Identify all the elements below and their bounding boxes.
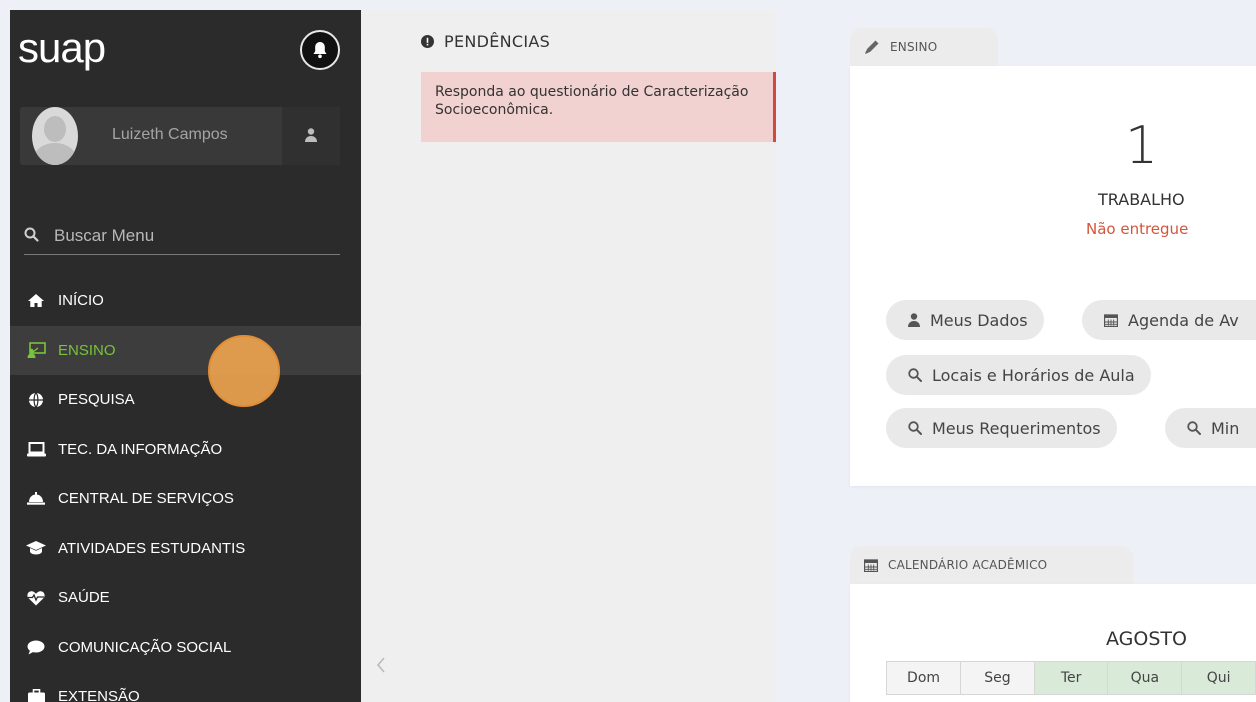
sidebar-item-label: TEC. DA INFORMAÇÃO xyxy=(58,440,223,458)
sidebar: suap Luizeth Campos Buscar Menu INÍCIO E… xyxy=(10,10,361,702)
calendar-table: Dom Seg Ter Qua Qui xyxy=(885,661,1256,695)
sidebar-item-label: CENTRAL DE SERVIÇOS xyxy=(58,490,234,508)
agenda-button[interactable]: Agenda de Av xyxy=(1082,300,1256,340)
tab-ensino-label: ENSINO xyxy=(890,40,938,54)
pendencias-title: PENDÊNCIAS xyxy=(421,32,550,51)
sidebar-item-ensino[interactable]: ENSINO xyxy=(10,325,361,375)
briefcase-icon xyxy=(26,688,46,702)
weekday-header: Qua xyxy=(1107,661,1183,695)
tab-ensino[interactable]: ENSINO xyxy=(850,28,998,66)
locais-horarios-button[interactable]: Locais e Horários de Aula xyxy=(886,355,1151,395)
notifications-bell-icon[interactable] xyxy=(300,30,340,70)
weekday-header: Seg xyxy=(960,661,1035,695)
sidebar-item-label: ATIVIDADES ESTUDANTIS xyxy=(58,539,246,557)
tab-calendario[interactable]: CALENDÁRIO ACADÊMICO xyxy=(850,546,1133,584)
calendar-icon xyxy=(864,558,878,572)
user-icon xyxy=(908,313,920,327)
sidebar-item-atividades-estudantis[interactable]: ATIVIDADES ESTUDANTIS xyxy=(10,524,361,574)
search-icon xyxy=(24,227,39,246)
sidebar-item-label: COMUNICAÇÃO SOCIAL xyxy=(58,638,232,656)
click-indicator xyxy=(208,335,280,407)
heartbeat-icon xyxy=(26,589,46,607)
locais-horarios-label: Locais e Horários de Aula xyxy=(932,365,1135,385)
sidebar-item-saude[interactable]: SAÚDE xyxy=(10,573,361,623)
agenda-label: Agenda de Av xyxy=(1128,310,1239,330)
trabalho-label: TRABALHO xyxy=(1098,190,1185,209)
calendario-card: AGOSTO Dom Seg Ter Qua Qui xyxy=(850,584,1256,702)
menu-search[interactable]: Buscar Menu xyxy=(24,215,340,255)
sidebar-item-tec-informacao[interactable]: TEC. DA INFORMAÇÃO xyxy=(10,425,361,475)
sidebar-item-label: PESQUISA xyxy=(58,391,135,409)
meus-dados-button[interactable]: Meus Dados xyxy=(886,300,1044,340)
pendencias-title-text: PENDÊNCIAS xyxy=(444,32,551,51)
meus-requerimentos-button[interactable]: Meus Requerimentos xyxy=(886,408,1117,448)
user-name[interactable]: Luizeth Campos xyxy=(112,126,228,144)
home-icon xyxy=(26,292,46,310)
trabalho-count: 1 xyxy=(1125,116,1159,176)
sidebar-item-pesquisa[interactable]: PESQUISA xyxy=(10,375,361,425)
tab-calendario-label: CALENDÁRIO ACADÊMICO xyxy=(888,558,1048,572)
min-label: Min xyxy=(1211,418,1240,438)
weekday-header: Qui xyxy=(1181,661,1256,695)
calendar-icon xyxy=(1104,313,1118,327)
ensino-card: 1 TRABALHO Não entregue Meus Dados Agend… xyxy=(850,66,1256,486)
user-profile-box[interactable]: Luizeth Campos xyxy=(20,107,340,165)
laptop-icon xyxy=(26,440,46,458)
search-icon xyxy=(908,368,922,382)
comment-icon xyxy=(26,638,46,656)
avatar[interactable] xyxy=(32,107,78,165)
min-button[interactable]: Min xyxy=(1165,408,1256,448)
sidebar-item-label: ENSINO xyxy=(58,341,116,359)
pencil-icon xyxy=(864,39,880,55)
bell-service-icon xyxy=(26,490,46,508)
sidebar-item-label: INÍCIO xyxy=(58,292,104,310)
weekday-header: Ter xyxy=(1033,661,1109,695)
pendencia-alert[interactable]: Responda ao questionário de Caracterizaç… xyxy=(421,72,776,142)
trabalho-status: Não entregue xyxy=(1086,220,1189,238)
exclamation-circle-icon xyxy=(421,35,434,48)
sidebar-item-central-servicos[interactable]: CENTRAL DE SERVIÇOS xyxy=(10,474,361,524)
graduation-cap-icon xyxy=(26,539,46,557)
sidebar-menu: INÍCIO ENSINO PESQUISA TEC. DA INFORMAÇÃ… xyxy=(10,276,361,702)
calendar-weekday-row: Dom Seg Ter Qua Qui xyxy=(885,661,1256,695)
pendencias-panel: PENDÊNCIAS Responda ao questionário de C… xyxy=(361,10,776,702)
sidebar-item-comunicacao-social[interactable]: COMUNICAÇÃO SOCIAL xyxy=(10,623,361,673)
chevron-left-icon xyxy=(376,657,386,677)
meus-requerimentos-label: Meus Requerimentos xyxy=(932,418,1101,438)
calendar-month: AGOSTO xyxy=(1106,628,1187,650)
user-menu-button[interactable] xyxy=(282,107,340,165)
classroom-icon xyxy=(26,341,46,359)
sidebar-item-label: EXTENSÃO xyxy=(58,688,140,702)
search-icon xyxy=(908,421,922,435)
sidebar-item-inicio[interactable]: INÍCIO xyxy=(10,276,361,326)
weekday-header: Dom xyxy=(885,661,962,695)
search-icon xyxy=(1187,421,1201,435)
globe-icon xyxy=(26,391,46,409)
sidebar-item-label: SAÚDE xyxy=(58,589,110,607)
collapse-sidebar-button[interactable] xyxy=(371,655,391,679)
user-icon xyxy=(305,127,317,146)
search-input[interactable]: Buscar Menu xyxy=(54,226,154,246)
app-logo[interactable]: suap xyxy=(18,18,106,78)
meus-dados-label: Meus Dados xyxy=(930,310,1028,330)
sidebar-item-extensao[interactable]: EXTENSÃO xyxy=(10,672,361,702)
